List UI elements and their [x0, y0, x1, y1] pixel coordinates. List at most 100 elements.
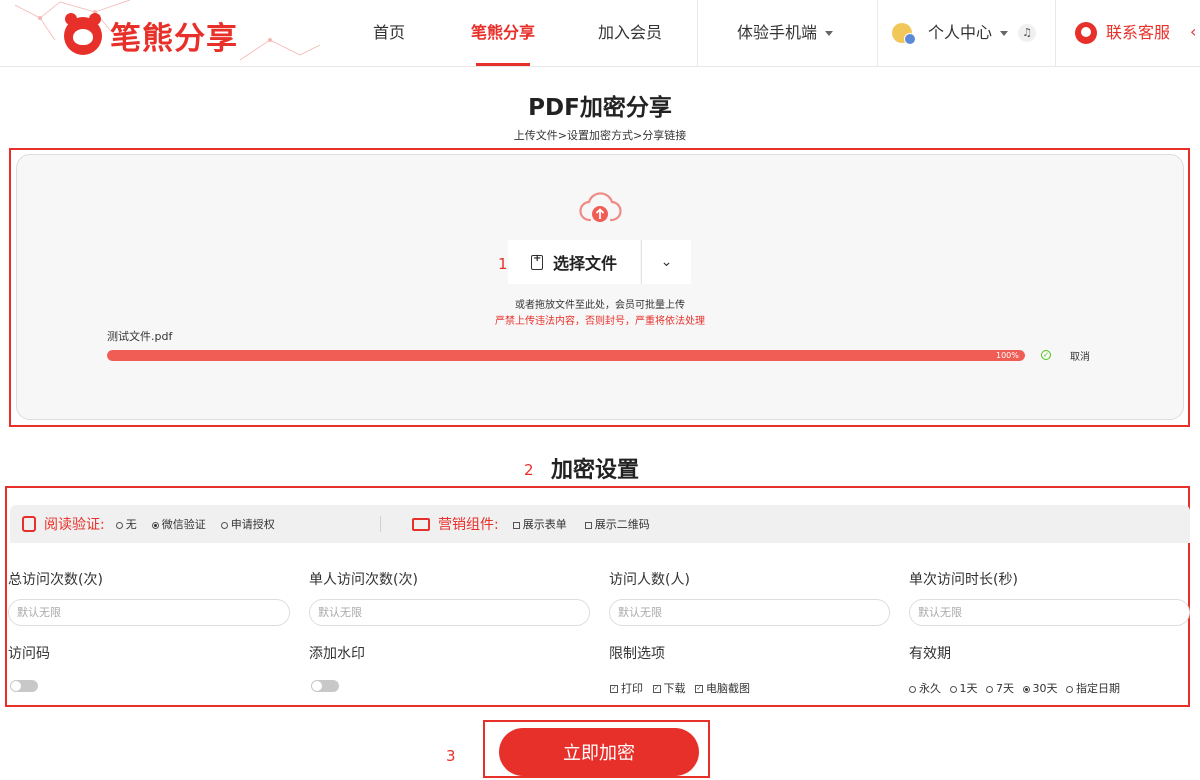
choose-file-label: 选择文件 [552, 254, 617, 273]
caret-down-icon [825, 31, 834, 36]
duration-label: 单次访问时长(秒) [909, 572, 1018, 588]
radio-custom-date-label: 指定日期 [1076, 682, 1120, 695]
validity-label: 有效期 [909, 646, 951, 662]
restriction-print[interactable]: ✓ 打印 [604, 682, 643, 695]
check-circle-icon: ✓ [1041, 350, 1051, 360]
drop-hint: 或者拖放文件至此处，会员可批量上传 [515, 300, 685, 311]
read-verify-option-none[interactable]: 无 [111, 516, 137, 532]
group-divider [380, 516, 381, 532]
bell-icon[interactable]: ♫ [1018, 24, 1036, 42]
nav-home[interactable]: 首页 [373, 0, 405, 66]
cancel-upload-link[interactable]: 取消 [1070, 348, 1090, 363]
radio-7day-label: 7天 [996, 682, 1014, 695]
logo-text: 笔熊分享 [110, 21, 238, 57]
duration-input[interactable] [909, 599, 1190, 626]
nav-share[interactable]: 笔熊分享 [471, 0, 535, 66]
nav-mobile[interactable]: 体验手机端 [737, 0, 834, 66]
top-header: 笔熊分享 首页 笔熊分享 加入会员 体验手机端 个人中心 ♫ 联系客服 ‹ [0, 0, 1200, 67]
checkbox-print[interactable]: ✓ [610, 685, 618, 693]
checkbox-download[interactable]: ✓ [652, 685, 661, 693]
nav-personal[interactable]: 个人中心 [928, 0, 1009, 66]
checkbox-form[interactable] [512, 521, 520, 529]
page-title: PDF加密分享 [528, 95, 672, 121]
radio-forever-label: 永久 [919, 682, 941, 695]
bear-logo-icon [64, 12, 102, 55]
marketing-option-form[interactable]: 展示表单 [505, 516, 567, 532]
visitors-input[interactable] [609, 599, 890, 626]
radio-wechat[interactable] [151, 521, 159, 529]
nav-mobile-label: 体验手机端 [737, 23, 818, 42]
restriction-screenshot[interactable]: ✓ 电脑截图 [689, 682, 750, 695]
restriction-download[interactable]: ✓ 下载 [647, 682, 686, 695]
radio-authorize[interactable] [220, 521, 228, 529]
radio-forever[interactable] [909, 685, 916, 693]
total-visits-input[interactable] [8, 599, 290, 626]
validity-options: 永久 1天 7天 30天 指定日期 [904, 680, 1120, 696]
read-verify-option-wechat[interactable]: 微信验证 [147, 516, 206, 532]
single-visits-input[interactable] [309, 599, 590, 626]
radio-1day[interactable] [949, 685, 957, 693]
access-code-toggle[interactable] [10, 680, 38, 692]
upload-source-dropdown[interactable]: ⌄ [641, 240, 691, 284]
visitors-label: 访问人数(人) [609, 572, 690, 588]
watermark-label: 添加水印 [309, 646, 365, 662]
nav-divider [697, 0, 698, 66]
radio-authorize-label: 申请授权 [230, 518, 275, 531]
radio-30day-label: 30天 [1032, 682, 1058, 695]
total-visits-label: 总访问次数(次) [8, 572, 103, 588]
radio-wechat-label: 微信验证 [161, 518, 206, 531]
radio-7day[interactable] [986, 685, 993, 693]
validity-7day[interactable]: 7天 [981, 682, 1014, 695]
upload-progress-fill [107, 350, 1025, 361]
restriction-options: ✓ 打印 ✓ 下载 ✓ 电脑截图 [604, 680, 750, 696]
cloud-upload-icon [579, 192, 622, 222]
nav-divider [877, 0, 878, 66]
settings-title: 加密设置 [551, 458, 640, 483]
validity-1day[interactable]: 1天 [945, 682, 978, 695]
read-verify-option-authorize[interactable]: 申请授权 [216, 516, 275, 532]
read-verify-group: 阅读验证: 无 微信验证 申请授权 [22, 505, 285, 543]
choose-file-button[interactable]: 选择文件 [508, 240, 640, 284]
restrictions-label: 限制选项 [609, 646, 665, 662]
marketing-option-qrcode[interactable]: 展示二维码 [577, 516, 650, 532]
wallet-icon [412, 517, 430, 531]
file-add-icon [530, 253, 543, 270]
annotation-marker-1: 1 [498, 255, 508, 273]
breadcrumb-steps: 上传文件>设置加密方式>分享链接 [513, 129, 687, 142]
checkbox-qrcode[interactable] [584, 521, 592, 529]
watermark-toggle[interactable] [311, 680, 339, 692]
validity-30day[interactable]: 30天 [1018, 682, 1058, 695]
annotation-marker-3: 3 [446, 747, 456, 765]
nav-personal-label: 个人中心 [928, 23, 993, 42]
checkbox-qrcode-label: 展示二维码 [594, 518, 650, 531]
radio-none[interactable] [115, 521, 123, 529]
checkbox-screenshot[interactable]: ✓ [695, 685, 703, 693]
option-bar: 阅读验证: 无 微信验证 申请授权 营销组件: 展示表单 展示二维码 [10, 505, 1190, 543]
validity-custom[interactable]: 指定日期 [1061, 682, 1120, 695]
chevron-down-icon: ⌄ [660, 254, 673, 270]
read-verify-title: 阅读验证: [44, 517, 105, 533]
encrypt-now-button[interactable]: 立即加密 [499, 728, 699, 776]
nav-divider [1055, 0, 1056, 66]
upload-progress-percent: 100% [996, 351, 1019, 360]
customer-service-icon [1075, 22, 1097, 44]
nav-service[interactable]: 联系客服 [1106, 0, 1170, 66]
checkbox-print-label: 打印 [621, 682, 643, 695]
nav-member[interactable]: 加入会员 [598, 0, 662, 66]
upload-warning: 严禁上传违法内容，否则封号，严重将依法处理 [495, 316, 705, 327]
single-visits-label: 单人访问次数(次) [309, 572, 418, 588]
avatar[interactable] [892, 23, 916, 45]
validity-forever[interactable]: 永久 [904, 682, 941, 695]
radio-1day-label: 1天 [959, 682, 978, 695]
caret-down-icon [1000, 31, 1009, 36]
logo[interactable]: 笔熊分享 [64, 12, 238, 58]
access-code-label: 访问码 [8, 646, 50, 662]
checkbox-download-label: 下载 [663, 682, 686, 695]
marketing-title: 营销组件: [438, 517, 499, 533]
radio-30day[interactable] [1022, 685, 1030, 693]
phone-icon [22, 516, 36, 532]
annotation-marker-2: 2 [524, 461, 534, 479]
checkbox-screenshot-label: 电脑截图 [706, 682, 750, 695]
chevron-left-icon[interactable]: ‹ [1190, 22, 1196, 41]
radio-custom-date[interactable] [1066, 685, 1073, 693]
